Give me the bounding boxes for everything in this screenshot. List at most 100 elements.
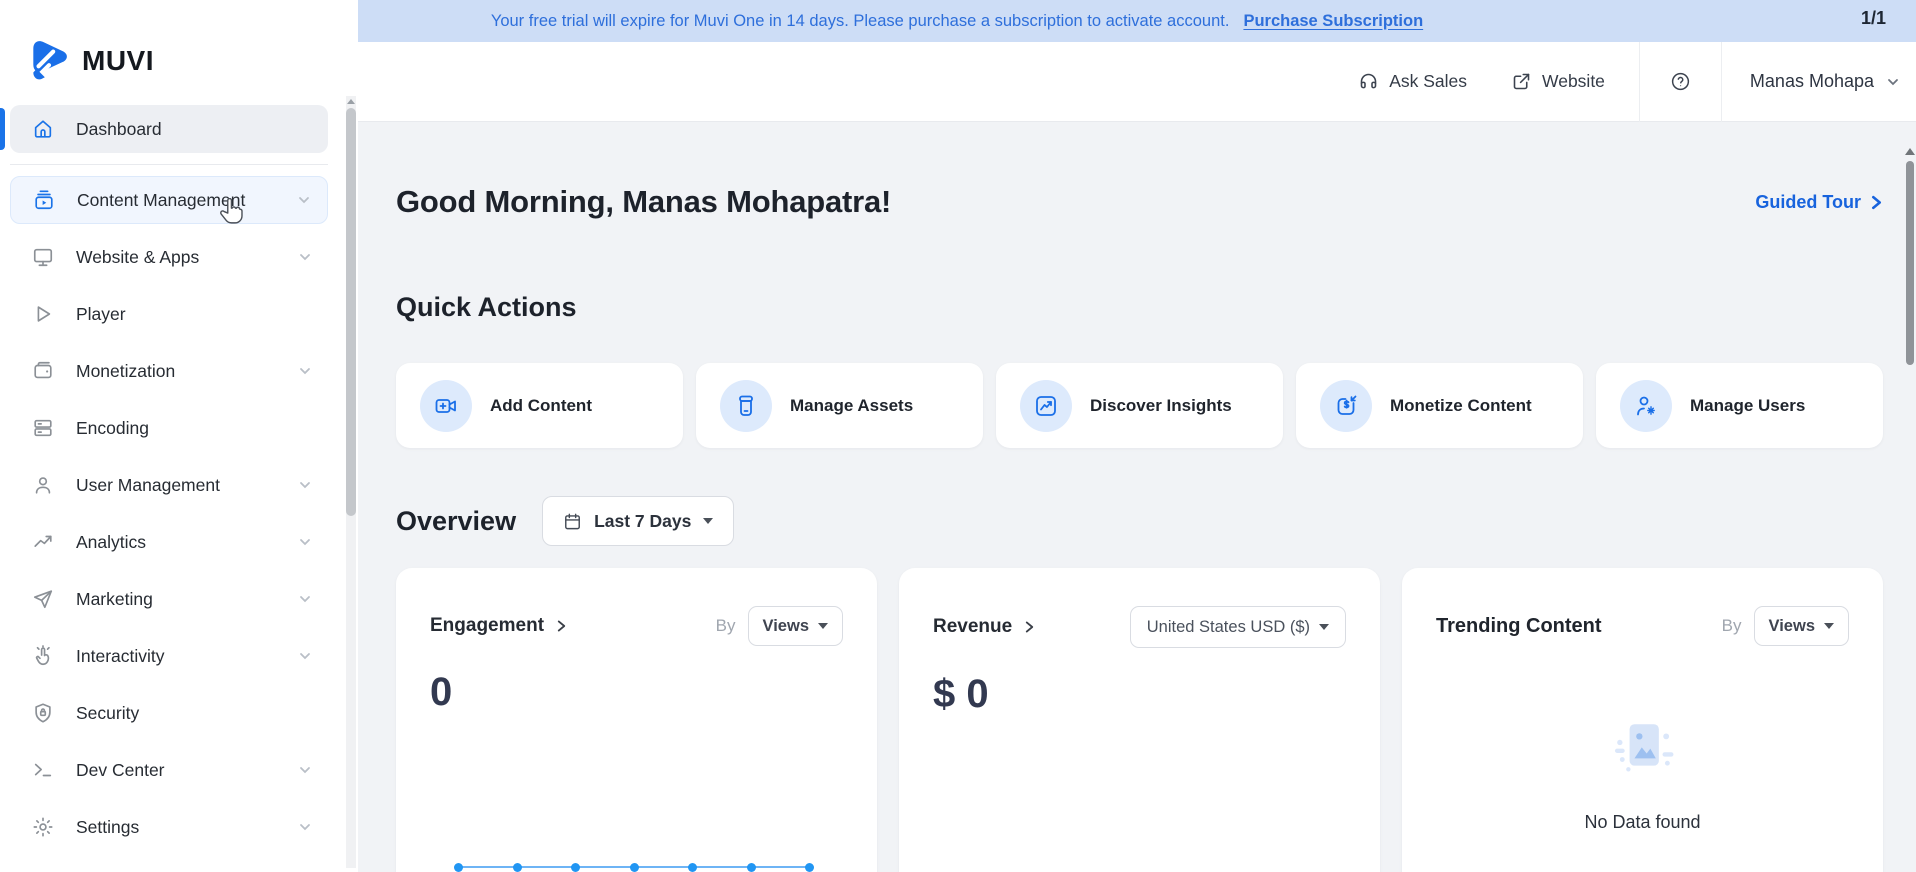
ask-sales-button[interactable]: Ask Sales xyxy=(1358,71,1467,92)
headphones-icon xyxy=(1358,71,1379,92)
sidebar-item-label: Marketing xyxy=(76,589,153,610)
website-label: Website xyxy=(1542,71,1605,92)
sparkline-dot xyxy=(571,863,580,872)
sparkline-dot xyxy=(688,863,697,872)
website-button[interactable]: Website xyxy=(1511,71,1605,92)
sidebar-item-settings[interactable]: Settings xyxy=(10,803,328,851)
scroll-up-arrow-icon[interactable] xyxy=(347,99,355,104)
manage-assets-button[interactable]: Manage Assets xyxy=(696,363,983,448)
quick-actions-title: Quick Actions xyxy=(396,292,1883,323)
sidebar-item-label: Security xyxy=(76,703,139,724)
engagement-title: Engagement xyxy=(430,615,544,637)
sidebar-item-user-management[interactable]: User Management xyxy=(10,461,328,509)
sidebar-item-player[interactable]: Player xyxy=(10,290,328,338)
banner-counter: 1/1 xyxy=(1861,8,1886,29)
user-name: Manas Mohapa xyxy=(1750,71,1874,92)
page-scrollbar-thumb[interactable] xyxy=(1906,161,1914,365)
quick-action-label: Manage Assets xyxy=(790,396,913,416)
sidebar-divider xyxy=(10,164,328,165)
help-button[interactable] xyxy=(1670,71,1691,92)
guided-tour-link[interactable]: Guided Tour xyxy=(1755,192,1883,213)
sidebar-scrollbar-thumb[interactable] xyxy=(346,108,356,516)
chevron-down-icon xyxy=(298,478,312,492)
no-data-image-icon xyxy=(1603,712,1683,790)
sidebar-item-label: Content Management xyxy=(77,190,245,211)
sidebar-item-label: Settings xyxy=(76,817,139,838)
sparkline-dot xyxy=(513,863,522,872)
sidebar-item-content-management[interactable]: Content Management xyxy=(10,176,328,224)
scroll-up-arrow-icon[interactable] xyxy=(1905,148,1915,155)
purchase-subscription-link[interactable]: Purchase Subscription xyxy=(1243,12,1423,31)
overview-title: Overview xyxy=(396,506,516,537)
sidebar-item-website-apps[interactable]: Website & Apps xyxy=(10,233,328,281)
sidebar-item-interactivity[interactable]: Interactivity xyxy=(10,632,328,680)
revenue-card: Revenue United States USD ($) $ 0 xyxy=(899,568,1380,872)
caret-down-icon xyxy=(703,518,713,524)
sidebar-scrollbar[interactable] xyxy=(346,96,356,868)
play-icon xyxy=(32,303,54,325)
right-pane: Your free trial will expire for Muvi One… xyxy=(358,0,1916,872)
currency-dropdown[interactable]: United States USD ($) xyxy=(1130,606,1346,648)
insights-chart-icon xyxy=(1034,394,1058,418)
top-header: Ask Sales Website Manas Mohapa xyxy=(358,42,1916,122)
date-range-dropdown[interactable]: Last 7 Days xyxy=(542,496,734,546)
engagement-filter-value: Views xyxy=(763,617,809,636)
assets-icon xyxy=(734,394,758,418)
content-management-icon xyxy=(33,189,55,211)
user-menu[interactable]: Manas Mohapa xyxy=(1750,71,1900,92)
sparkline-dot xyxy=(630,863,639,872)
shield-lock-icon xyxy=(32,702,54,724)
engagement-sparkline xyxy=(454,862,814,872)
add-content-button[interactable]: Add Content xyxy=(396,363,683,448)
trend-line-icon xyxy=(32,531,54,553)
main-content: Good Morning, Manas Mohapatra! Guided To… xyxy=(358,122,1916,872)
sidebar-item-dashboard[interactable]: Dashboard xyxy=(10,105,328,153)
help-icon xyxy=(1670,71,1691,92)
revenue-value: $ 0 xyxy=(933,672,1346,717)
terminal-icon xyxy=(32,759,54,781)
brand-name: MUVI xyxy=(82,45,154,77)
sidebar-item-analytics[interactable]: Analytics xyxy=(10,518,328,566)
revenue-title: Revenue xyxy=(933,616,1012,638)
engagement-value: 0 xyxy=(430,670,843,715)
user-icon xyxy=(32,474,54,496)
home-icon xyxy=(32,118,54,140)
no-data-empty-state: No Data found xyxy=(1436,712,1849,833)
trial-message: Your free trial will expire for Muvi One… xyxy=(491,12,1230,31)
page-greeting: Good Morning, Manas Mohapatra! xyxy=(396,184,891,220)
trending-filter-dropdown[interactable]: Views xyxy=(1754,606,1849,646)
sidebar-item-encoding[interactable]: Encoding xyxy=(10,404,328,452)
chevron-down-icon xyxy=(298,535,312,549)
monetize-content-button[interactable]: Monetize Content xyxy=(1296,363,1583,448)
chevron-down-icon xyxy=(298,364,312,378)
sidebar-item-marketing[interactable]: Marketing xyxy=(10,575,328,623)
sidebar-item-monetization[interactable]: Monetization xyxy=(10,347,328,395)
quick-action-label: Add Content xyxy=(490,396,592,416)
engagement-filter-dropdown[interactable]: Views xyxy=(748,606,843,646)
paper-plane-icon xyxy=(32,588,54,610)
quick-action-label: Monetize Content xyxy=(1390,396,1532,416)
chevron-right-icon[interactable] xyxy=(556,619,567,633)
by-label: By xyxy=(1722,616,1742,636)
sidebar-item-label: Analytics xyxy=(76,532,146,553)
caret-down-icon xyxy=(818,623,828,629)
discover-insights-button[interactable]: Discover Insights xyxy=(996,363,1283,448)
brand-logo[interactable]: MUVI xyxy=(0,0,358,96)
sidebar-item-security[interactable]: Security xyxy=(10,689,328,737)
sidebar-item-label: Dev Center xyxy=(76,760,165,781)
header-divider xyxy=(1639,42,1640,122)
trending-content-card: Trending Content By Views xyxy=(1402,568,1883,872)
chevron-right-icon xyxy=(1870,195,1883,210)
caret-down-icon xyxy=(1824,623,1834,629)
manage-users-button[interactable]: Manage Users xyxy=(1596,363,1883,448)
quick-action-label: Manage Users xyxy=(1690,396,1805,416)
sidebar-item-dev-center[interactable]: Dev Center xyxy=(10,746,328,794)
trending-filter-value: Views xyxy=(1769,617,1815,636)
sidebar-item-label: User Management xyxy=(76,475,220,496)
calendar-icon xyxy=(563,512,582,531)
no-data-text: No Data found xyxy=(1584,812,1700,833)
quick-action-label: Discover Insights xyxy=(1090,396,1232,416)
sidebar-item-label: Monetization xyxy=(76,361,175,382)
chevron-right-icon[interactable] xyxy=(1024,620,1035,634)
page-scrollbar[interactable] xyxy=(1904,122,1916,872)
